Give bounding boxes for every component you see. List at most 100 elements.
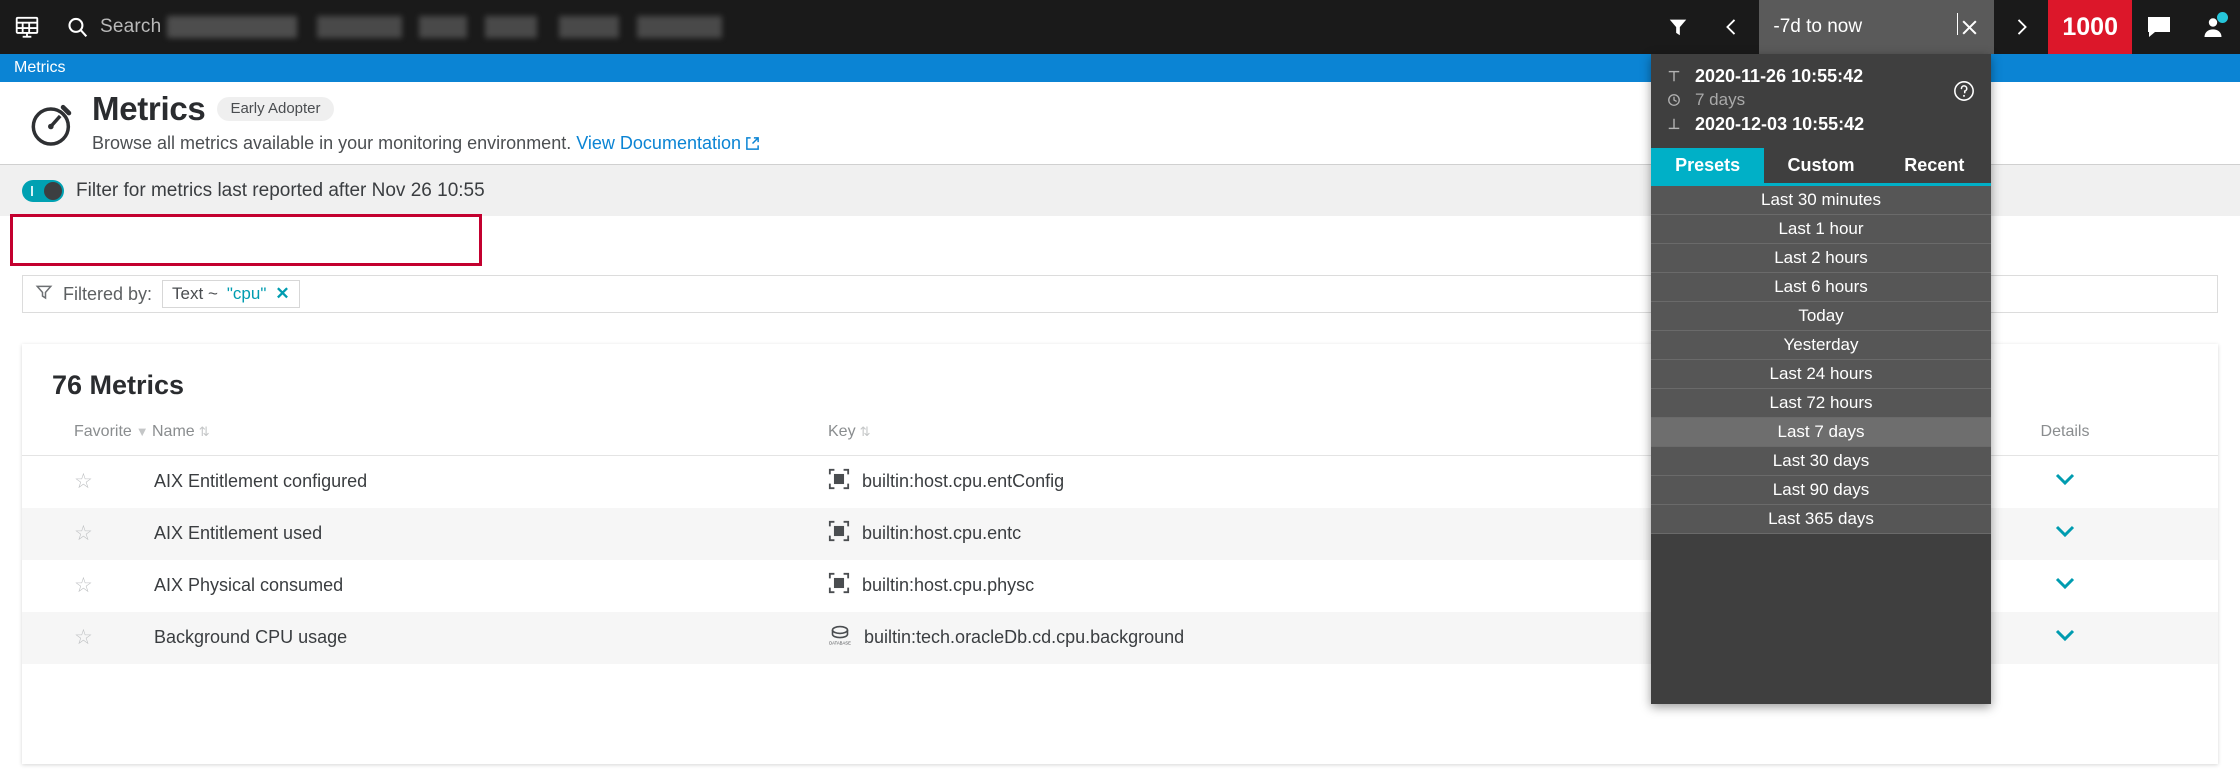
timeframe-tab-presets[interactable]: Presets (1651, 148, 1765, 186)
global-toolbar: Search -7d to now 1000 (0, 0, 2240, 54)
breadcrumb-label: Metrics (14, 59, 66, 76)
timeframe-preset-item[interactable]: Last 30 minutes (1651, 186, 1991, 215)
timeframe-preset-item[interactable]: Last 24 hours (1651, 360, 1991, 389)
recency-filter-label: Filter for metrics last reported after N… (76, 179, 485, 201)
metrics-page: Search -7d to now 1000 Metrics Metrics E… (0, 0, 2240, 781)
favorite-star-icon[interactable]: ☆ (74, 626, 93, 649)
svg-text:DATABASE: DATABASE (829, 641, 851, 646)
favorite-star-icon[interactable]: ☆ (74, 470, 93, 493)
column-header-key-label: Key (828, 423, 856, 440)
filtered-by-label: Filtered by: (63, 283, 153, 304)
database-icon: DATABASE (828, 623, 852, 652)
notification-dot (2217, 12, 2228, 23)
metric-name-label: AIX Entitlement configured (154, 471, 368, 492)
favorite-star-icon[interactable]: ☆ (74, 574, 93, 597)
host-icon (828, 468, 850, 495)
timeframe-preset-item[interactable]: Last 2 hours (1651, 244, 1991, 273)
problems-count-badge[interactable]: 1000 (2048, 0, 2132, 54)
timeframe-from-value: 2020-11-26 10:55:42 (1695, 65, 1864, 86)
page-title: Metrics (92, 90, 206, 127)
search-input[interactable]: Search (100, 16, 161, 38)
timeframe-summary: 2020-11-26 10:55:42 7 days 2020-12-03 10… (1651, 54, 1991, 148)
toolbar-right-group: -7d to now 1000 (1651, 0, 2240, 54)
column-header-favorite[interactable]: Favorite ▼ (22, 423, 152, 456)
page-header-text: Metrics Early Adopter Browse all metrics… (92, 90, 760, 156)
early-adopter-badge: Early Adopter (217, 97, 334, 121)
favorite-cell[interactable]: ☆ (22, 507, 152, 560)
timeframe-to-row: 2020-12-03 10:55:42 (1665, 112, 1977, 136)
host-icon (828, 520, 850, 547)
timeframe-preset-item[interactable]: Last 365 days (1651, 505, 1991, 534)
timeframe-preset-item[interactable]: Yesterday (1651, 331, 1991, 360)
chevron-down-icon[interactable] (2053, 627, 2077, 647)
filter-chip-value: "cpu" (226, 284, 267, 303)
timeframe-next-button[interactable] (1994, 0, 2048, 54)
filter-chip-remove-icon[interactable]: ✕ (275, 284, 289, 304)
timeframe-tab-recent[interactable]: Recent (1877, 148, 1991, 186)
chat-icon[interactable] (2132, 0, 2186, 54)
metric-name-cell: AIX Physical consumed (152, 560, 812, 612)
to-icon (1665, 117, 1683, 131)
page-subtitle: Browse all metrics available in your mon… (92, 133, 760, 156)
timeframe-prev-button[interactable] (1705, 0, 1759, 54)
from-icon (1665, 69, 1683, 83)
sort-indicator-favorite: ▼ (135, 424, 149, 439)
timeframe-preset-item[interactable]: Today (1651, 302, 1991, 331)
recency-filter-row[interactable]: Filter for metrics last reported after N… (0, 179, 485, 202)
annotation-highlight-box (10, 214, 482, 266)
dashboard-icon[interactable] (0, 0, 54, 54)
stopwatch-icon (24, 95, 80, 151)
metric-name-cell: AIX Entitlement configured (152, 456, 812, 508)
chevron-down-icon[interactable] (2053, 523, 2077, 543)
column-header-favorite-label: Favorite (74, 423, 132, 440)
metric-key-label: builtin:host.cpu.entConfig (862, 471, 1065, 492)
search-redacted-text (167, 16, 858, 38)
timeframe-preset-item[interactable]: Last 7 days (1651, 418, 1991, 447)
timeframe-preset-item[interactable]: Last 72 hours (1651, 389, 1991, 418)
toggle-knob (44, 181, 62, 200)
clock-icon (1665, 93, 1683, 107)
timeframe-preset-item[interactable]: Last 6 hours (1651, 273, 1991, 302)
timeframe-preset-item[interactable]: Last 90 days (1651, 476, 1991, 505)
page-subtitle-text: Browse all metrics available in your mon… (92, 133, 572, 153)
favorite-cell[interactable]: ☆ (22, 611, 152, 664)
timeframe-selector[interactable]: -7d to now (1759, 0, 1995, 54)
filter-icon (35, 283, 53, 306)
column-header-details-label: Details (2040, 423, 2090, 440)
timeframe-to-value: 2020-12-03 10:55:42 (1695, 113, 1865, 134)
metric-key-label: builtin:tech.oracleDb.cd.cpu.background (864, 627, 1185, 647)
timeframe-input[interactable]: -7d to now (1773, 13, 1959, 38)
toggle-on-mark (31, 185, 33, 196)
host-icon (828, 572, 850, 599)
filter-chip-text[interactable]: Text ~ "cpu" ✕ (162, 280, 300, 308)
chevron-down-icon[interactable] (2053, 471, 2077, 491)
chevron-down-icon[interactable] (2053, 575, 2077, 595)
favorite-cell[interactable]: ☆ (22, 560, 152, 612)
filter-icon[interactable] (1651, 0, 1705, 54)
timeframe-tab-custom[interactable]: Custom (1764, 148, 1878, 186)
column-header-name[interactable]: Name ⇅ (152, 423, 812, 456)
timeframe-dropdown: 2020-11-26 10:55:42 7 days 2020-12-03 10… (1651, 54, 1991, 704)
recency-filter-toggle[interactable] (22, 179, 64, 202)
help-icon[interactable] (1953, 80, 1975, 107)
metric-name-cell: Background CPU usage (152, 611, 812, 664)
timeframe-preset-item[interactable]: Last 1 hour (1651, 215, 1991, 244)
metric-name-label: AIX Entitlement used (154, 523, 323, 543)
favorite-star-icon[interactable]: ☆ (74, 522, 93, 545)
metric-name-cell: AIX Entitlement used (152, 507, 812, 560)
timeframe-tabs: Presets Custom Recent (1651, 148, 1991, 186)
column-header-name-label: Name (152, 423, 195, 440)
view-documentation-link[interactable]: View Documentation (576, 133, 741, 153)
user-icon[interactable] (2186, 0, 2240, 54)
metric-key-label: builtin:host.cpu.entc (862, 523, 1022, 543)
page-title-row: Metrics Early Adopter (92, 90, 760, 128)
global-search[interactable]: Search (54, 0, 1651, 54)
metric-key-label: builtin:host.cpu.physc (862, 575, 1035, 595)
close-icon[interactable] (1956, 18, 1982, 37)
filter-chip-field: Text ~ (172, 284, 218, 303)
external-link-icon[interactable] (745, 135, 760, 156)
sort-indicator-key: ⇅ (859, 424, 871, 439)
favorite-cell[interactable]: ☆ (22, 456, 152, 508)
search-icon (54, 15, 100, 40)
timeframe-preset-item[interactable]: Last 30 days (1651, 447, 1991, 476)
